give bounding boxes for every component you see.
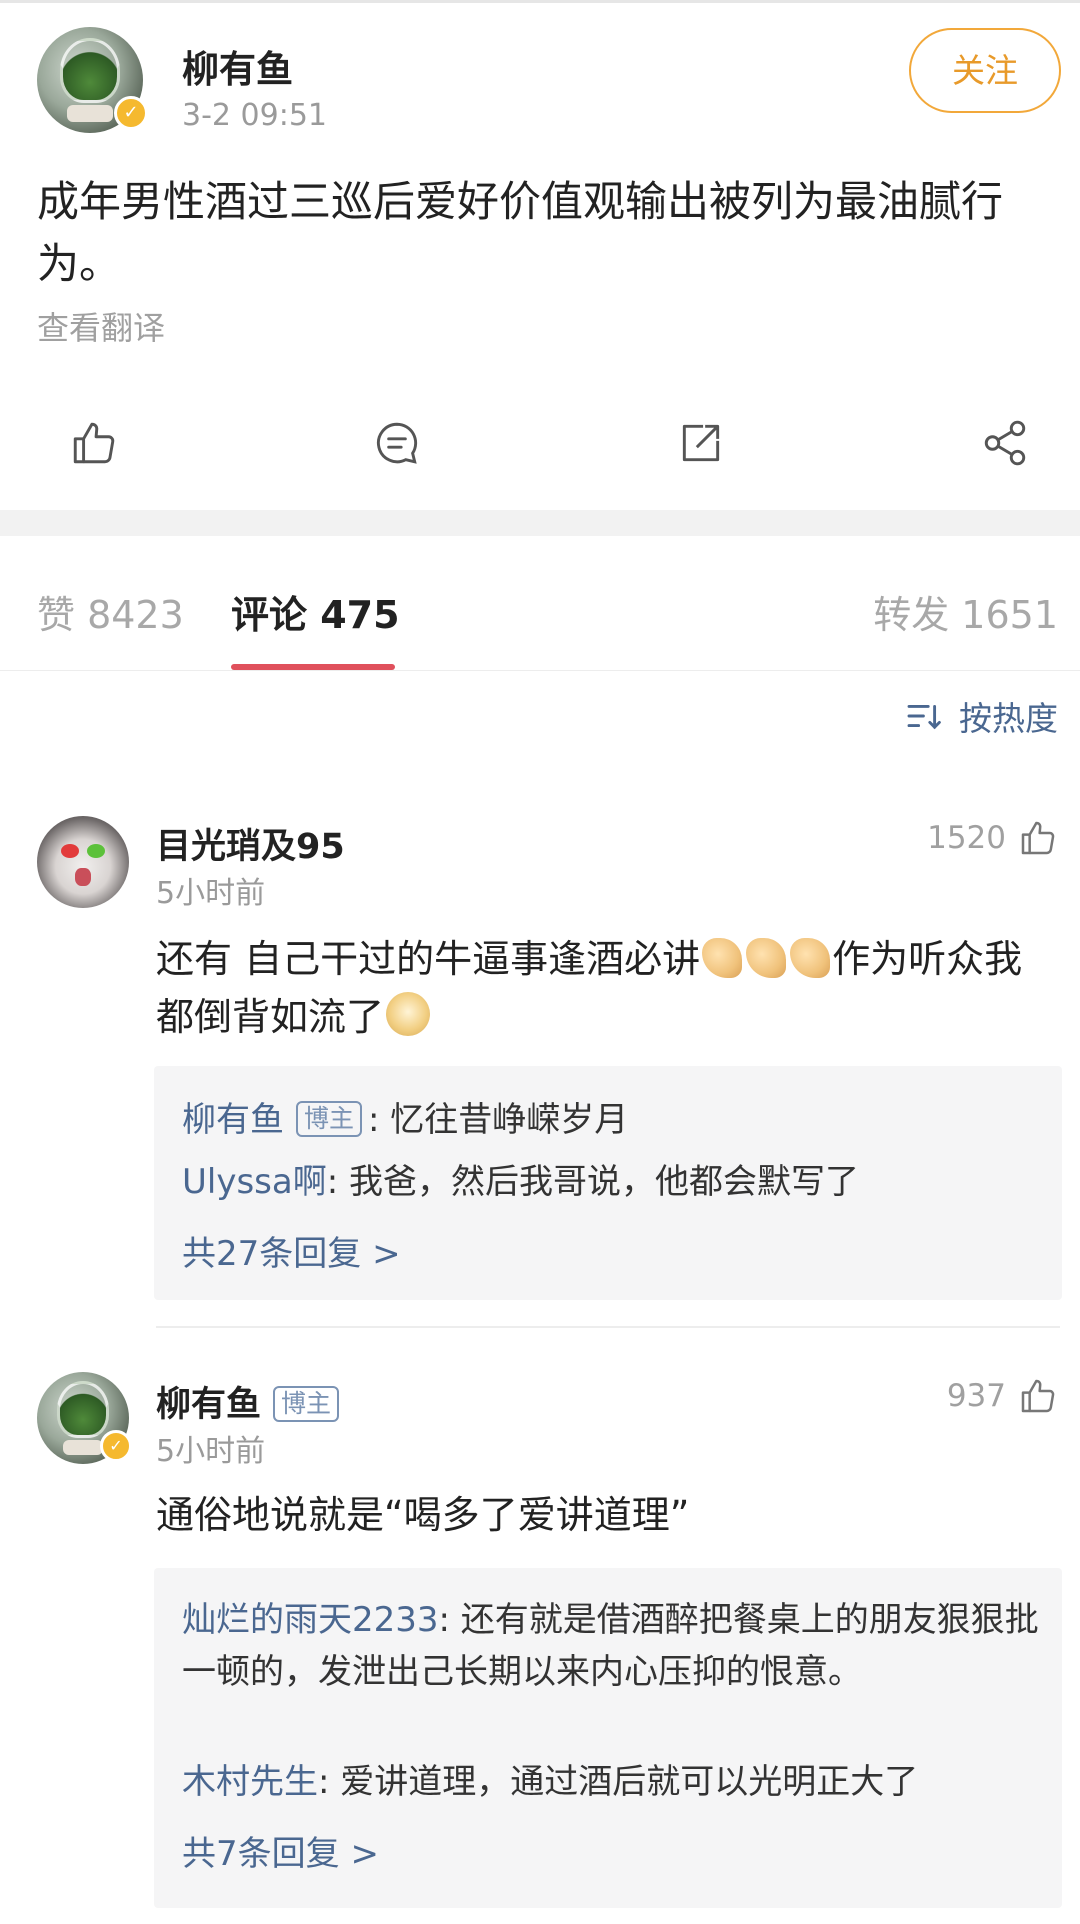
tab-comments[interactable]: 评论 475 [231, 584, 400, 639]
commenter-name-text: 柳有鱼 [156, 1385, 262, 1425]
post-action-bar [0, 398, 1080, 488]
reply-preview-box[interactable]: 灿烂的雨天2233: 还有就是借酒醉把餐桌上的朋友狠狠批一顿的，发泄出己长期以来… [154, 1568, 1062, 1908]
weibo-post-page: ✓ 柳有鱼 3-2 09:51 关注 成年男性酒过三巡后爱好价值观输出被列为最油… [0, 0, 1080, 1924]
reply-line: 柳有鱼 博主: 忆往昔峥嵘岁月 [182, 1094, 1042, 1146]
doge-emoji-icon [386, 992, 431, 1036]
repost-button[interactable] [656, 398, 746, 488]
avatar-mouth [75, 868, 91, 886]
tab-likes[interactable]: 赞 8423 [37, 584, 184, 639]
view-all-replies-link[interactable]: 共27条回复 > [182, 1226, 401, 1275]
comment-text-part1: 还有 自己干过的牛逼事逢酒必讲 [156, 937, 701, 981]
sort-label: 按热度 [959, 699, 1058, 738]
reply-author[interactable]: 柳有鱼 [182, 1100, 284, 1140]
avatar-terrarium [60, 37, 120, 104]
comment-like-count: 937 [946, 1378, 1006, 1414]
reply-line: 木村先生: 爱讲道理，通过酒后就可以光明正大了 [182, 1756, 1042, 1808]
reply-author[interactable]: Ulyssa啊 [182, 1162, 327, 1202]
sort-toggle[interactable]: 按热度 [905, 692, 1058, 740]
verified-icon: ✓ [100, 1430, 132, 1462]
reply-line: Ulyssa啊: 我爸，然后我哥说，他都会默写了 [182, 1156, 1042, 1208]
section-gap [0, 510, 1080, 536]
comment-text: 通俗地说就是“喝多了爱讲道理” [156, 1493, 690, 1537]
tab-reposts[interactable]: 转发 1651 [873, 584, 1058, 639]
thumbs-up-icon [73, 422, 115, 464]
comment-like-count: 1520 [927, 820, 1006, 856]
verified-icon: ✓ [114, 96, 148, 130]
commenter-name[interactable]: 目光琑及95 [156, 818, 345, 869]
reply-text: : 忆往昔峥嵘岁月 [368, 1100, 629, 1140]
post-text: 成年男性酒过三巡后爱好价值观输出被列为最油腻行为。 [37, 177, 1004, 288]
follow-button[interactable]: 关注 [909, 28, 1061, 113]
comment-item: 目光琑及95 5小时前 1520 还有 自己干过的牛逼事逢酒必讲 作为听众我都倒背… [0, 810, 1080, 1330]
comment-time: 5小时前 [156, 1434, 266, 1469]
comment-text: 还有 自己干过的牛逼事逢酒必讲 作为听众我都倒背如流了 [156, 930, 1056, 1046]
reply-line: 灿烂的雨天2233: 还有就是借酒醉把餐桌上的朋友狠狠批一顿的，发泄出己长期以来… [182, 1594, 1042, 1698]
avatar-base [66, 105, 114, 123]
comment-like-button[interactable]: 937 [947, 1376, 1058, 1416]
avatar-terrarium [57, 1381, 109, 1439]
tabs-divider [0, 670, 1080, 671]
comment-item: ✓ 柳有鱼 博主 5小时前 937 通俗地说就是“喝多了爱讲道理” 灿烂的雨天22… [0, 1368, 1080, 1924]
reply-text: : 我爸，然后我哥说，他都会默写了 [326, 1162, 859, 1202]
translate-link[interactable]: 查看翻译 [37, 303, 165, 349]
commenter-name[interactable]: 柳有鱼 博主 [156, 1376, 345, 1427]
share-button[interactable] [960, 398, 1050, 488]
reply-text: : 爱讲道理，通过酒后就可以光明正大了 [318, 1762, 919, 1802]
reply-preview-box[interactable]: 柳有鱼 博主: 忆往昔峥嵘岁月 Ulyssa啊: 我爸，然后我哥说，他都会默写了 … [154, 1066, 1062, 1300]
comment-divider [156, 1326, 1060, 1328]
thumbs-up-icon [1021, 1379, 1055, 1413]
reply-author[interactable]: 灿烂的雨天2233 [182, 1600, 439, 1640]
author-badge: 博主 [296, 1101, 363, 1137]
author-name[interactable]: 柳有鱼 [182, 39, 293, 93]
comment-like-button[interactable]: 1520 [927, 818, 1058, 858]
clap-hands-emoji-icon [702, 938, 743, 978]
comment-time: 5小时前 [156, 876, 266, 911]
interaction-tabs: 赞 8423 评论 475 转发 1651 [0, 536, 1080, 671]
thumbs-up-icon [1021, 821, 1055, 855]
like-button[interactable] [49, 398, 139, 488]
share-icon [984, 420, 1026, 466]
post-timestamp: 3-2 09:51 [182, 98, 327, 133]
author-badge: 博主 [273, 1386, 340, 1422]
clap-hands-emoji-icon [790, 938, 831, 978]
commenter-avatar[interactable] [37, 816, 129, 908]
reply-author[interactable]: 木村先生 [182, 1762, 318, 1802]
post-card: ✓ 柳有鱼 3-2 09:51 关注 成年男性酒过三巡后爱好价值观输出被列为最油… [0, 0, 1080, 510]
comment-icon [376, 422, 418, 464]
clap-hands-emoji-icon [746, 938, 787, 978]
avatar-heart-eye [61, 844, 79, 858]
comment-button[interactable] [352, 398, 442, 488]
avatar-green-eye [87, 844, 105, 858]
avatar-base [62, 1440, 104, 1455]
repost-icon [682, 424, 720, 462]
sort-icon [907, 704, 941, 730]
view-all-replies-link[interactable]: 共7条回复 > [182, 1826, 379, 1875]
